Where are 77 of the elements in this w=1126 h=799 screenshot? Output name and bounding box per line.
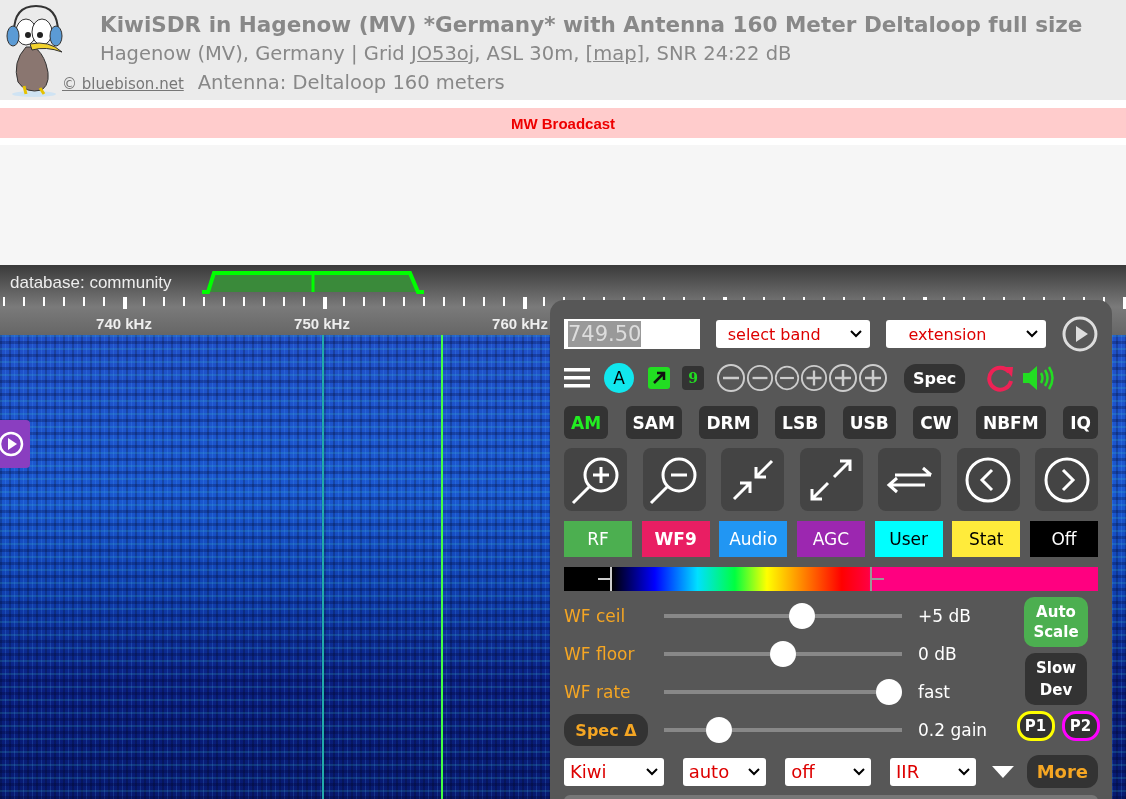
user-badge[interactable]: A (604, 363, 634, 393)
more-button[interactable]: More (1026, 755, 1098, 788)
slider-label: WF floor (564, 644, 636, 664)
minus-circle-icon[interactable] (774, 365, 800, 391)
slider-thumb[interactable] (789, 603, 816, 629)
chevron-right-icon (1042, 455, 1091, 504)
panel-tab[interactable]: Off (1029, 521, 1098, 557)
floor-marker-icon (870, 567, 884, 591)
chevron-icon (748, 767, 761, 776)
mode-button[interactable]: DRM (699, 406, 758, 439)
database-label: database: community (10, 273, 172, 293)
slider-thumb[interactable] (705, 717, 732, 743)
mode-button[interactable]: IQ (1063, 406, 1098, 439)
chevron-icon (957, 767, 970, 776)
spec-delta-button[interactable]: Spec Δ (564, 714, 648, 746)
mode-button[interactable]: SAM (625, 406, 682, 439)
double-arrow-icon (884, 464, 935, 495)
option-select[interactable]: Kiwi (564, 757, 664, 786)
mode-button[interactable]: CW (913, 406, 959, 439)
slider-label: WF ceil (564, 606, 627, 626)
zoom-out-button[interactable] (642, 448, 706, 511)
panel-tab[interactable]: AGC (796, 521, 865, 557)
zoom-in-button[interactable] (564, 448, 627, 511)
ceiling-marker-icon (598, 567, 612, 591)
option-select[interactable]: off (785, 757, 872, 786)
side-play-button[interactable] (0, 420, 30, 468)
slider-thumb[interactable] (875, 679, 902, 705)
slider-thumb[interactable] (770, 641, 796, 667)
panel-tab[interactable]: Stat (952, 521, 1021, 557)
station-title: KiwiSDR in Hagenow (MV) *Germany* with Antenna 160 Meter Deltaloop full size (100, 11, 1083, 39)
mode-button[interactable]: USB (842, 406, 896, 439)
slider-reading: fast (918, 682, 950, 702)
chevron-icon (853, 767, 866, 776)
option-select[interactable]: auto (682, 757, 767, 786)
minus-circle-icon[interactable] (746, 364, 774, 392)
slow-dev-button[interactable]: Slow Dev (1025, 653, 1087, 705)
slider-reading: 0 dB (918, 644, 957, 664)
credit-link[interactable]: © bluebison.net (62, 75, 184, 93)
zoom-level: 9 (682, 366, 704, 390)
station-location: Hagenow (MV), Germany | Grid JO53oj, ASL 30m, [map], SNR 24:22 dB (100, 41, 793, 67)
panel-tab[interactable]: WF9 (641, 521, 710, 557)
chevron-icon (645, 767, 658, 776)
triangle-down-icon[interactable] (991, 765, 1014, 778)
mode-button[interactable]: AM (564, 406, 609, 439)
antenna-info: Antenna: Deltaloop 160 meters (197, 70, 505, 96)
next-button[interactable] (1035, 448, 1098, 511)
band-select[interactable]: select band (715, 320, 871, 348)
chevron-icon (1026, 330, 1039, 338)
frequency-label: 760 kHz (491, 315, 549, 332)
spec-button[interactable]: Spec (904, 363, 966, 393)
expand-button[interactable] (799, 448, 863, 511)
slider-reading: +5 dB (918, 606, 971, 626)
external-link-icon[interactable] (648, 367, 670, 389)
swap-button[interactable] (878, 448, 941, 511)
slider-label: WF rate (564, 682, 632, 702)
band-label: MW Broadcast (510, 114, 616, 132)
mode-button[interactable]: LSB (775, 406, 826, 439)
option-select[interactable]: IIR (890, 757, 976, 786)
play-icon[interactable] (1062, 316, 1098, 352)
frequency-label: 740 kHz (95, 315, 153, 332)
mode-button[interactable]: NBFM (975, 406, 1046, 439)
chevron-icon (850, 330, 863, 338)
menu-icon[interactable] (564, 367, 590, 389)
collapse-button[interactable] (721, 448, 784, 511)
plus-circle-icon[interactable] (800, 364, 828, 392)
passband-marker-icon[interactable] (200, 270, 426, 294)
preset-button[interactable]: P2 (1061, 711, 1100, 741)
frequency-label: 750 kHz (293, 315, 351, 332)
minus-circle-icon[interactable] (716, 363, 746, 393)
chevron-left-icon (964, 455, 1012, 504)
preset-button[interactable]: P1 (1016, 711, 1055, 741)
plus-circle-icon[interactable] (828, 363, 858, 393)
previous-button[interactable] (956, 448, 1020, 511)
panel-tab[interactable]: User (874, 521, 943, 557)
slider-reading: 0.2 gain (918, 720, 988, 740)
plus-circle-icon[interactable] (858, 363, 888, 393)
extension-select[interactable]: extension (886, 320, 1047, 348)
